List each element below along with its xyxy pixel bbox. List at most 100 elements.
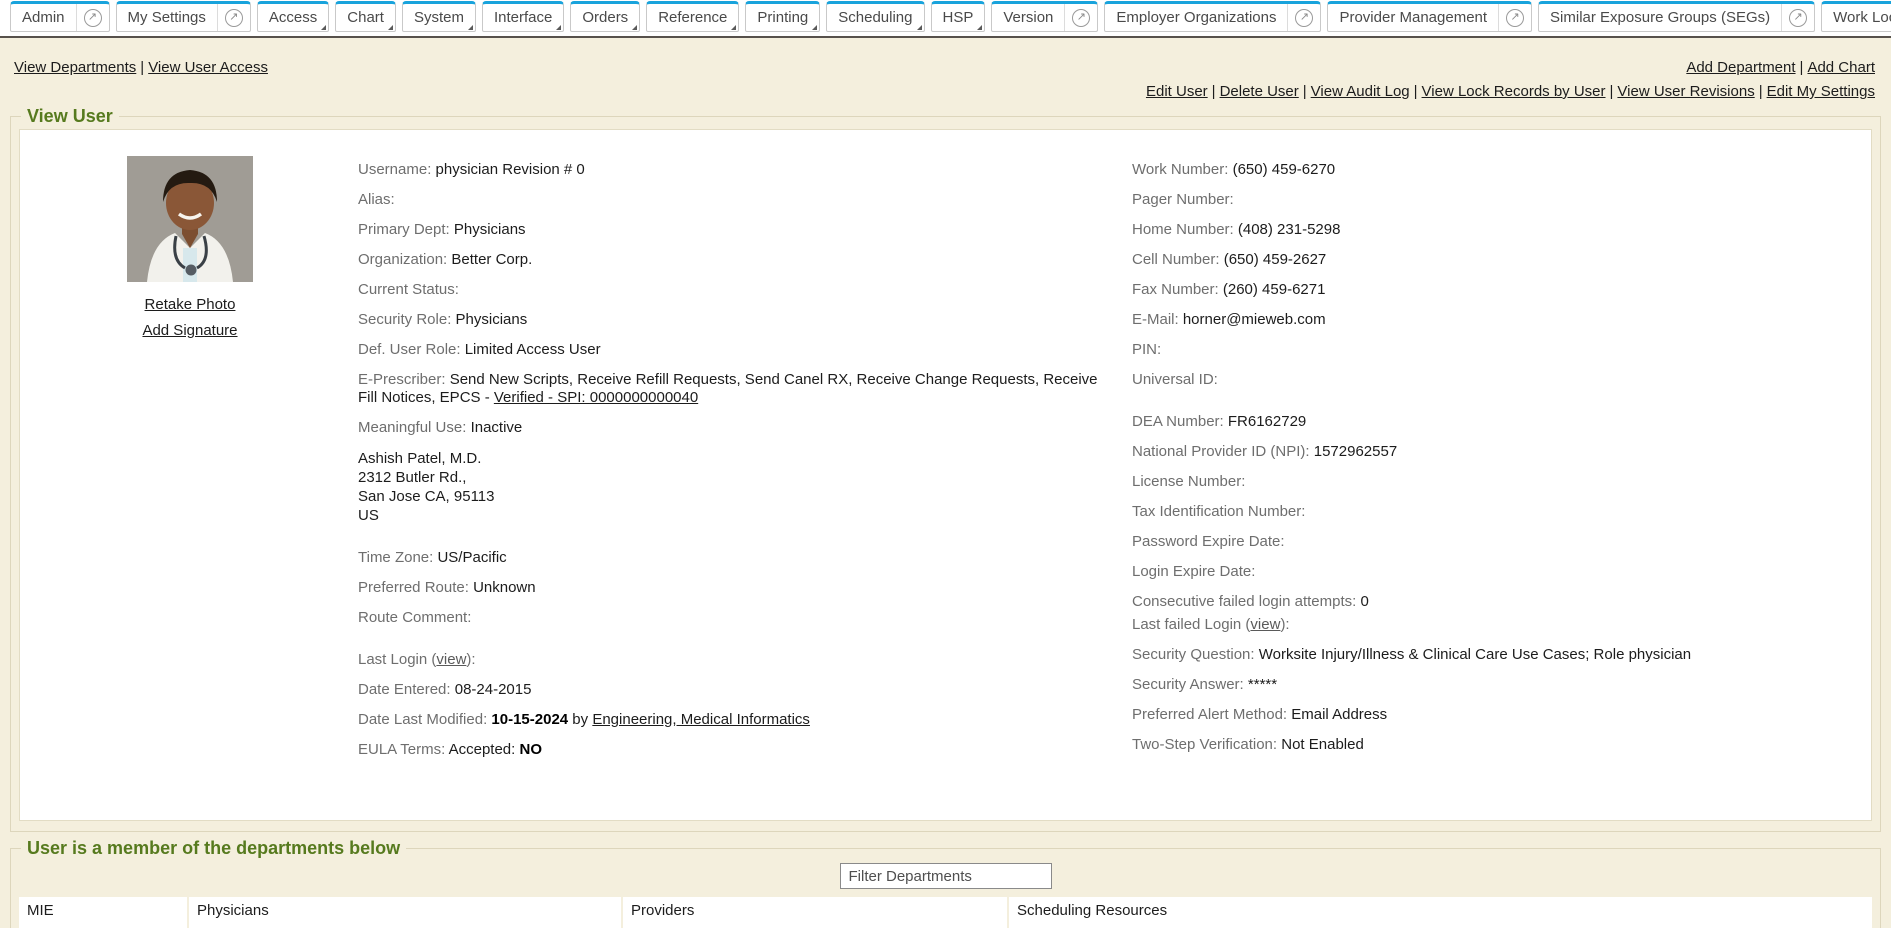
- inline-link[interactable]: Verified - SPI: 0000000000040: [494, 389, 698, 406]
- external-link-icon[interactable]: ↗: [1781, 4, 1814, 31]
- field-value: Limited Access User: [465, 341, 601, 358]
- link-add-department[interactable]: Add Department: [1686, 59, 1795, 76]
- link-view-user-access[interactable]: View User Access: [148, 59, 268, 76]
- external-link-icon[interactable]: ↗: [1287, 4, 1320, 31]
- field-row: Preferred Alert Method: Email Address: [1132, 706, 1891, 724]
- tab-system[interactable]: System: [402, 1, 476, 32]
- link-delete-user[interactable]: Delete User: [1220, 83, 1299, 100]
- address-line: San Jose CA, 95113: [358, 487, 1110, 506]
- link-row-primary: View Departments|View User Access Add De…: [0, 38, 1891, 76]
- field-label: Primary Dept:: [358, 221, 454, 238]
- filter-departments-input[interactable]: [840, 863, 1052, 889]
- tab-label: Employer Organizations: [1105, 4, 1287, 31]
- separator: |: [136, 59, 148, 76]
- field-label: Def. User Role:: [358, 341, 465, 358]
- field-value: Accepted:: [449, 741, 520, 758]
- field-label: DEA Number:: [1132, 413, 1228, 430]
- field-row: Primary Dept: Physicians: [358, 221, 1110, 239]
- link-view-lock-records-by-user[interactable]: View Lock Records by User: [1422, 83, 1606, 100]
- tab-label: Reference: [647, 4, 738, 31]
- separator: |: [1606, 83, 1618, 100]
- field-value: Physicians: [454, 221, 526, 238]
- field-label: Home Number:: [1132, 221, 1238, 238]
- field-row: Pager Number:: [1132, 191, 1891, 209]
- tab-provider-management[interactable]: Provider Management↗: [1327, 1, 1532, 32]
- right-links-row2: Edit User|Delete User|View Audit Log|Vie…: [0, 76, 1891, 100]
- field-row: Security Role: Physicians: [358, 311, 1110, 329]
- department-cell-providers: Providers: [623, 897, 1009, 928]
- left-links: View Departments|View User Access: [14, 59, 268, 76]
- field-row: Universal ID:: [1132, 371, 1891, 389]
- field-value: Not Enabled: [1281, 736, 1364, 753]
- tab-printing[interactable]: Printing: [745, 1, 820, 32]
- separator: |: [1208, 83, 1220, 100]
- inline-link[interactable]: view: [1250, 616, 1280, 633]
- field-label: Work Number:: [1132, 161, 1233, 178]
- field-label: National Provider ID (NPI):: [1132, 443, 1314, 460]
- field-row: Last failed Login (view):: [1132, 616, 1891, 634]
- field-label: Alias:: [358, 191, 395, 208]
- field-row: Cell Number: (650) 459-2627: [1132, 251, 1891, 269]
- link-add-chart[interactable]: Add Chart: [1807, 59, 1875, 76]
- tab-label: Printing: [746, 4, 819, 31]
- tab-access[interactable]: Access: [257, 1, 329, 32]
- field-row: Route Comment:: [358, 609, 1110, 627]
- field-row: National Provider ID (NPI): 1572962557: [1132, 443, 1891, 461]
- field-label: Username:: [358, 161, 436, 178]
- dropdown-corner-icon: [812, 25, 817, 30]
- field-row: Fax Number: (260) 459-6271: [1132, 281, 1891, 299]
- tab-similar-exposure-groups-segs[interactable]: Similar Exposure Groups (SEGs)↗: [1538, 1, 1815, 32]
- user-photo: [127, 156, 253, 282]
- field-label: Last Login (: [358, 651, 436, 668]
- tab-orders[interactable]: Orders: [570, 1, 640, 32]
- link-edit-user[interactable]: Edit User: [1146, 83, 1208, 100]
- tab-hsp[interactable]: HSP: [931, 1, 986, 32]
- photo-column: Retake Photo Add Signature: [124, 156, 256, 339]
- field-label: License Number:: [1132, 473, 1245, 490]
- external-link-icon[interactable]: ↗: [76, 4, 109, 31]
- tab-label: Similar Exposure Groups (SEGs): [1539, 4, 1781, 31]
- tab-reference[interactable]: Reference: [646, 1, 739, 32]
- tab-my-settings[interactable]: My Settings↗: [116, 1, 251, 32]
- tab-version[interactable]: Version↗: [991, 1, 1098, 32]
- link-add-signature[interactable]: Add Signature: [124, 322, 256, 339]
- tab-label: Admin: [11, 4, 76, 31]
- separator: |: [1410, 83, 1422, 100]
- field-row: Password Expire Date:: [1132, 533, 1891, 551]
- field-row: Date Entered: 08-24-2015: [358, 681, 1110, 699]
- field-row: License Number:: [1132, 473, 1891, 491]
- external-link-icon[interactable]: ↗: [1498, 4, 1531, 31]
- tab-employer-organizations[interactable]: Employer Organizations↗: [1104, 1, 1321, 32]
- department-cell-scheduling-resources: Scheduling Resources: [1009, 897, 1872, 928]
- inline-link[interactable]: view: [436, 651, 466, 668]
- tab-scheduling[interactable]: Scheduling: [826, 1, 924, 32]
- external-link-icon[interactable]: ↗: [1064, 4, 1097, 31]
- field-row: Username: physician Revision # 0: [358, 161, 1110, 179]
- external-link-icon[interactable]: ↗: [217, 4, 250, 31]
- link-view-audit-log[interactable]: View Audit Log: [1311, 83, 1410, 100]
- top-navigation-bar: Admin↗My Settings↗AccessChartSystemInter…: [0, 0, 1891, 38]
- field-row: Last Login (view):: [358, 651, 1110, 669]
- separator: |: [1796, 59, 1808, 76]
- field-label: Security Answer:: [1132, 676, 1248, 693]
- field-row: DEA Number: FR6162729: [1132, 413, 1891, 431]
- inline-link[interactable]: Engineering, Medical Informatics: [592, 711, 810, 728]
- link-retake-photo[interactable]: Retake Photo: [124, 296, 256, 313]
- field-row: Time Zone: US/Pacific: [358, 549, 1110, 567]
- field-value: Worksite Injury/Illness & Clinical Care …: [1259, 646, 1691, 663]
- tab-interface[interactable]: Interface: [482, 1, 564, 32]
- separator: |: [1755, 83, 1767, 100]
- link-edit-my-settings[interactable]: Edit My Settings: [1767, 83, 1875, 100]
- field-label: Current Status:: [358, 281, 459, 298]
- field-value: Better Corp.: [451, 251, 532, 268]
- field-value: by: [568, 711, 592, 728]
- link-view-user-revisions[interactable]: View User Revisions: [1617, 83, 1754, 100]
- field-row: E-Mail: horner@mieweb.com: [1132, 311, 1891, 329]
- departments-section-title: User is a member of the departments belo…: [21, 838, 406, 859]
- tab-chart[interactable]: Chart: [335, 1, 396, 32]
- field-label: Security Role:: [358, 311, 456, 328]
- view-user-fieldset: View User Retake PhotoAdd Signature: [10, 106, 1881, 832]
- tab-work-locations[interactable]: Work Locations↗: [1821, 1, 1891, 32]
- link-view-departments[interactable]: View Departments: [14, 59, 136, 76]
- tab-admin[interactable]: Admin↗: [10, 1, 110, 32]
